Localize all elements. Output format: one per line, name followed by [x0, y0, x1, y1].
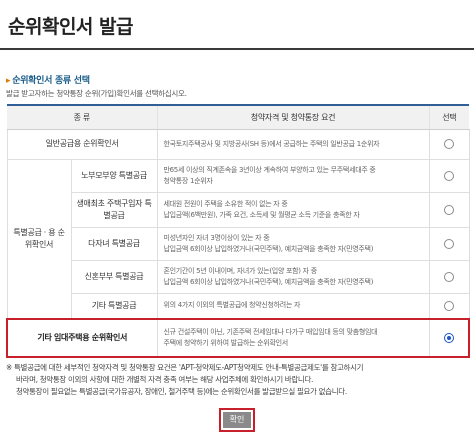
table-header-row: 종 류 청약자격 및 청약통장 요건 선택 — [7, 104, 469, 130]
notice-text: ※ 특별공급에 대한 세부적인 청약자격 및 청약통장 요건은 'APT-청약제… — [6, 362, 468, 398]
row-requirement-multi-child: 미성년자인 자녀 3명이상이 있는 자 중 납입금액 6회이상 납입하였거나(국… — [156, 226, 430, 261]
row-requirement-newlywed: 혼인기간이 5년 이내이며, 자녀가 있는(입양 포함) 자 중 납입금액 6회… — [156, 259, 430, 294]
table-row: 신혼부부 특별공급 혼인기간이 5년 이내이며, 자녀가 있는(입양 포함) 자… — [7, 259, 470, 294]
page-title: 순위확인서 발급 — [8, 16, 133, 38]
title-divider — [0, 48, 474, 50]
requirement-line: 세대원 전원이 주택을 소유한 적이 없는 자 중 — [163, 199, 288, 208]
row-requirement-rental: 신규 건설주택이 아닌, 기존주택 전세임대나 다가구 매입임대 등의 맞춤형임… — [156, 318, 430, 358]
radio-cell-elderly-parents[interactable] — [428, 158, 470, 193]
requirement-line: 신규 건설주택이 아닌, 기존주택 전세임대나 다가구 매입임대 등의 맞춤형임… — [163, 328, 378, 336]
section-title-text: 순위확인서 종류 선택 — [12, 76, 90, 86]
radio-cell-general[interactable] — [428, 128, 470, 160]
requirement-line: 납입금액 6회이상 납입하였거나(국민주택), 예치금액을 충족한 자(민영주택… — [163, 277, 374, 286]
header-kind: 종 류 — [7, 104, 157, 130]
radio-newlywed[interactable] — [444, 271, 454, 282]
row-requirement-general: 한국토지주택공사 및 지방공사(SH 등)에서 공급하는 주택의 일반공급 1순… — [156, 128, 430, 160]
table-row-selected: 기타 임대주택용 순위확인서 신규 건설주택이 아닌, 기존주택 전세임대나 다… — [6, 318, 470, 358]
row-requirement-first-home: 세대원 전원이 주택을 소유한 적이 없는 자 중 납입금액(6백만원), 가족… — [156, 191, 430, 228]
row-requirement-elderly-parents: 만65세 이상의 직계존속을 3년이상 계속하여 부양하고 있는 무주택세대주 … — [156, 158, 430, 193]
requirement-line: 주택에 청약하기 위하여 발급하는 순위확인서 — [163, 339, 289, 347]
section-title: ▸ 순위확인서 종류 선택 — [6, 73, 90, 86]
row-label-general: 일반공급용 순위확인서 — [6, 128, 158, 160]
radio-other-special[interactable] — [444, 300, 454, 311]
requirement-line: 청약통장 1순위자 — [163, 176, 213, 185]
bullet-icon: ▸ — [6, 76, 11, 86]
radio-cell-multi-child[interactable] — [428, 226, 470, 261]
radio-cell-newlywed[interactable] — [428, 259, 470, 294]
row-requirement-other-special: 위의 4가지 이외의 특별공급에 청약신청하려는 자 — [156, 292, 430, 320]
row-label-first-home: 생애최초 주택구입자 특별공급 — [70, 191, 158, 228]
requirement-line: 납입금액(6백만원), 가족 요건, 소득세 및 월평균 소득 기준을 충족한 … — [163, 210, 360, 219]
radio-rental-selected[interactable] — [443, 333, 454, 343]
radio-general[interactable] — [444, 139, 454, 149]
radio-multi-child[interactable] — [444, 238, 454, 249]
radio-cell-rental[interactable] — [428, 318, 470, 358]
section-description: 발급 받고자하는 청약통장 순위(가입)확인서를 선택하십시오. — [6, 89, 187, 98]
header-requirement: 청약자격 및 청약통장 요건 — [156, 104, 429, 130]
table-row: 생애최초 주택구입자 특별공급 세대원 전원이 주택을 소유한 적이 없는 자 … — [7, 191, 470, 228]
row-label-multi-child: 다자녀 특별공급 — [70, 226, 158, 261]
requirement-line: 만65세 이상의 직계존속을 3년이상 계속하여 부양하고 있는 무주택세대주 … — [163, 165, 376, 174]
row-group-special: 특별공급 · 용 순위확인서 — [6, 158, 72, 320]
radio-elderly-parents[interactable] — [444, 170, 454, 181]
radio-first-home[interactable] — [444, 204, 454, 215]
notice-line: 청약통장이 필요없는 특별공급(국가유공자, 장애인, 철거주택 등)에는 순위… — [16, 387, 347, 396]
requirement-line: 혼인기간이 5년 이내이며, 자녀가 있는(입양 포함) 자 중 — [163, 266, 318, 275]
radio-cell-first-home[interactable] — [428, 191, 470, 228]
row-label-rental: 기타 임대주택용 순위확인서 — [6, 318, 158, 358]
row-label-elderly-parents: 노부모부양 특별공급 — [70, 158, 158, 193]
requirement-line: 미성년자인 자녀 3명이상이 있는 자 중 — [163, 233, 270, 242]
notice-line: 바라며, 청약통장 이외의 사항에 대한 개별적 자격 충족 여부는 해당 사업… — [16, 375, 314, 384]
header-select: 선택 — [428, 104, 469, 130]
table-row: 기타 특별공급 위의 4가지 이외의 특별공급에 청약신청하려는 자 — [7, 292, 470, 320]
table-row: 특별공급 · 용 순위확인서 노부모부양 특별공급 만65세 이상의 직계존속을… — [6, 158, 470, 320]
row-label-other-special: 기타 특별공급 — [70, 292, 158, 320]
notice-line: ※ 특별공급에 대한 세부적인 청약자격 및 청약통장 요건은 'APT-청약제… — [6, 363, 364, 372]
row-label-newlywed: 신혼부부 특별공급 — [70, 259, 158, 294]
certificate-type-table: 종 류 청약자격 및 청약통장 요건 선택 일반공급용 순위확인서 한국토지주택… — [6, 104, 470, 358]
radio-cell-other-special[interactable] — [428, 292, 470, 320]
requirement-line: 납입금액 6회이상 납입하였거나(국민주택), 예치금액을 충족한 자(민영주택… — [163, 244, 374, 253]
confirm-button-highlight: 확인 — [219, 408, 255, 432]
table-row: 다자녀 특별공급 미성년자인 자녀 3명이상이 있는 자 중 납입금액 6회이상… — [7, 226, 470, 261]
confirm-button[interactable]: 확인 — [223, 412, 251, 428]
table-row: 일반공급용 순위확인서 한국토지주택공사 및 지방공사(SH 등)에서 공급하는… — [6, 128, 470, 160]
